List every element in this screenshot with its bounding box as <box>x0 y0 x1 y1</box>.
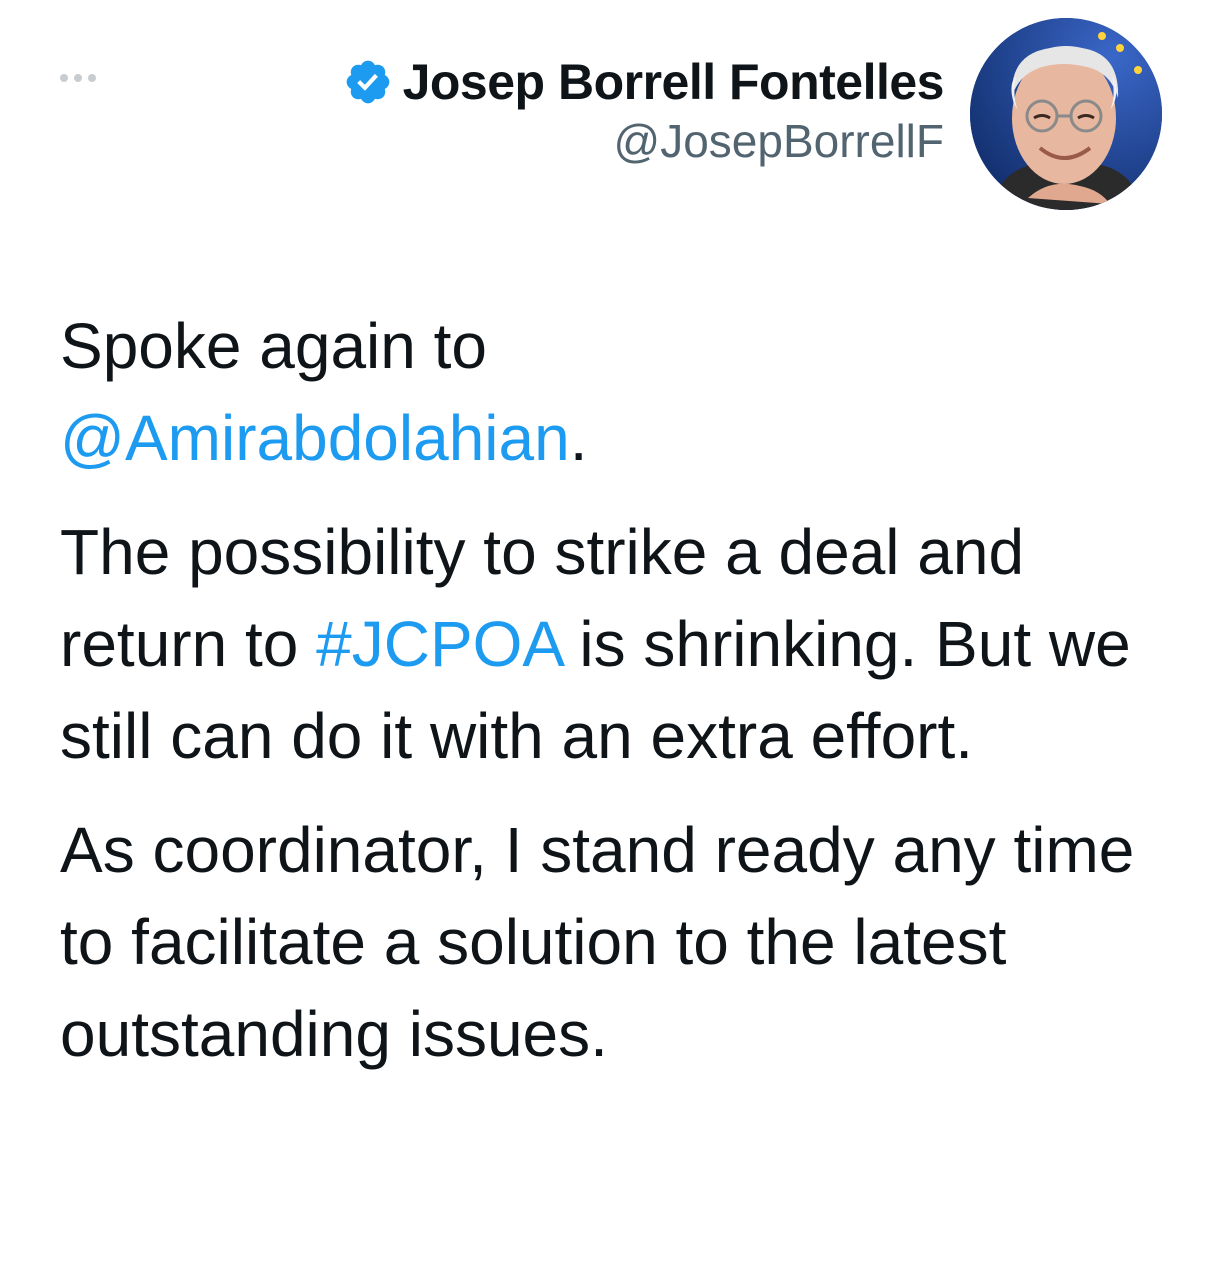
tweet-text-segment: . <box>569 402 588 474</box>
author-display-name[interactable]: Josep Borrell Fontelles <box>403 53 945 111</box>
tweet-text: Spoke again to @Amirabdolahian. The poss… <box>60 300 1170 1102</box>
tweet-text-segment: Spoke again to <box>60 310 487 382</box>
verified-badge-icon <box>346 60 389 104</box>
tweet-paragraph-1: Spoke again to @Amirabdolahian. <box>60 300 1170 484</box>
mention-link[interactable]: @Amirabdolahian <box>60 402 570 474</box>
tweet-paragraph-2: The possibility to strike a deal and ret… <box>60 506 1170 782</box>
hashtag-link[interactable]: #JCPOA <box>316 608 561 680</box>
author-handle[interactable]: @JosepBorrellF <box>343 114 944 168</box>
profile-photo-icon <box>970 18 1162 210</box>
more-options-icon[interactable] <box>60 68 110 88</box>
tweet-author[interactable]: Josep Borrell Fontelles @JosepBorrellF <box>343 53 945 168</box>
tweet-paragraph-3: As coordinator, I stand ready any time t… <box>60 804 1170 1080</box>
avatar[interactable] <box>970 18 1162 210</box>
tweet-text-segment: As coordinator, I stand ready any time t… <box>60 814 1135 1070</box>
author-name-row: Josep Borrell Fontelles <box>343 53 945 111</box>
